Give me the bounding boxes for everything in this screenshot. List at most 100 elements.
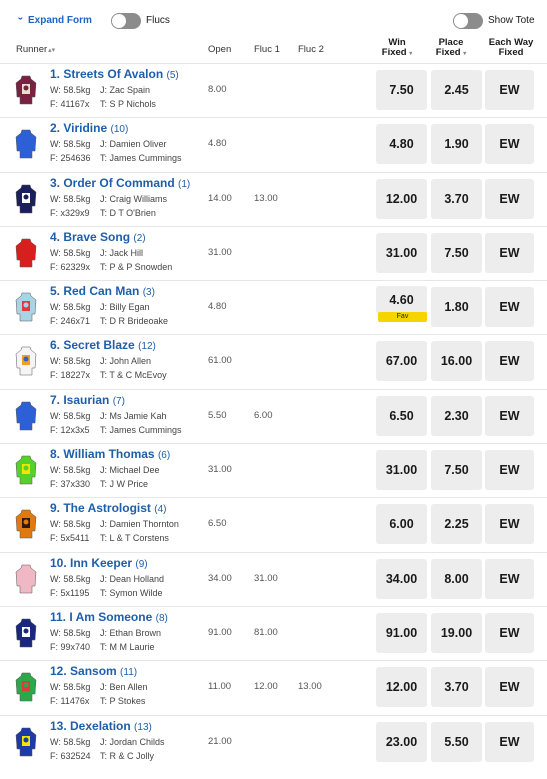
runner-row: 9. The Astrologist (4) W: 58.5kg J: Damien…: [0, 497, 547, 551]
place-fixed-button[interactable]: 2.25: [431, 504, 482, 545]
each-way-button[interactable]: EW: [485, 232, 534, 273]
runner-name-link[interactable]: 4. Brave Song (2): [50, 230, 146, 244]
form-trainer-line: F: 12x3x5 T: James Cummings: [50, 424, 182, 435]
place-fixed-button[interactable]: 19.00: [431, 612, 482, 653]
form: F: 12x3x5: [50, 424, 90, 435]
each-way-button[interactable]: EW: [485, 341, 534, 382]
each-way-button[interactable]: EW: [485, 667, 534, 708]
place-fixed-button[interactable]: 16.00: [431, 341, 482, 382]
open-price: 5.50: [208, 409, 227, 421]
barrier-number: (5): [166, 70, 179, 81]
jockey-silks-icon: [15, 130, 37, 159]
open-price: 4.80: [208, 138, 227, 150]
runner-name-link[interactable]: 8. William Thomas (6): [50, 447, 170, 461]
each-way-button[interactable]: EW: [485, 721, 534, 762]
form-trainer-line: F: 632524 T: R & C Jolly: [50, 750, 154, 761]
barrier-number: (3): [142, 287, 155, 299]
form-trainer-line: F: x329x9 T: D T O'Brien: [50, 208, 156, 218]
runner-name-link[interactable]: 6. Secret Blaze (12): [50, 338, 156, 352]
place-fixed-button[interactable]: 7.50: [431, 450, 482, 491]
place-fixed-button[interactable]: 2.45: [431, 70, 482, 110]
each-way-button[interactable]: EW: [485, 395, 534, 436]
each-way-button[interactable]: EW: [485, 70, 534, 110]
place-fixed-button[interactable]: 3.70: [431, 667, 482, 708]
win-fixed-button[interactable]: 23.00: [376, 721, 427, 762]
win-fixed-column-header[interactable]: Win Fixed ▾: [371, 38, 423, 59]
chevron-double-down-icon: ››: [17, 17, 25, 25]
weight: W: 58.5kg: [50, 519, 91, 530]
each-way-button[interactable]: EW: [485, 612, 534, 653]
each-way-button[interactable]: EW: [485, 450, 534, 491]
runner-name-link[interactable]: 1. Streets Of Avalon (5): [50, 67, 179, 81]
jockey-silks-icon: [15, 347, 37, 376]
win-fixed-button[interactable]: 34.00: [376, 558, 427, 599]
favourite-badge: Fav: [378, 312, 427, 323]
open-price: 91.00: [208, 626, 232, 638]
runner-column-header[interactable]: Runner▴▾: [16, 44, 55, 55]
place-fixed-button[interactable]: 1.80: [431, 287, 482, 328]
form-trainer-line: F: 18227x T: T & C McEvoy: [50, 370, 167, 380]
form-trainer-line: F: 41167x T: S P Nichols: [50, 99, 156, 109]
win-fixed-button[interactable]: 6.50: [376, 395, 427, 436]
flucs-toggle[interactable]: [111, 13, 141, 29]
jockey: J: Michael Dee: [100, 465, 160, 476]
place-fixed-button[interactable]: 5.50: [431, 721, 482, 762]
win-fixed-button[interactable]: 31.00: [376, 450, 427, 491]
open-price: 14.00: [208, 192, 232, 204]
place-fixed-button[interactable]: 2.30: [431, 395, 482, 436]
form: F: 632524: [50, 750, 91, 761]
form: F: 62329x: [50, 261, 91, 272]
trainer: T: T & C McEvoy: [100, 370, 167, 381]
win-fixed-button[interactable]: 7.50: [376, 70, 427, 110]
runner-name-link[interactable]: 9. The Astrologist (4): [50, 501, 166, 515]
win-fixed-button[interactable]: 4.80: [376, 124, 427, 165]
runner-name-link[interactable]: 3. Order Of Command (1): [50, 176, 190, 190]
jockey-silks-icon: [15, 238, 37, 268]
flucs-label: Flucs: [146, 15, 170, 26]
form-trainer-line: F: 62329x T: P & P Snowden: [50, 261, 172, 272]
runner-name-link[interactable]: 12. Sansom (11): [50, 664, 137, 678]
place-fixed-column-header[interactable]: Place Fixed ▾: [425, 38, 477, 59]
win-fixed-button[interactable]: 91.00: [376, 612, 427, 653]
expand-form-button[interactable]: ›› Expand Form: [17, 15, 92, 26]
win-fixed-button[interactable]: 67.00: [376, 341, 427, 382]
win-fixed-button[interactable]: 12.00: [376, 667, 427, 708]
runner-name-link[interactable]: 10. Inn Keeper (9): [50, 556, 148, 570]
win-fixed-button[interactable]: 12.00: [376, 178, 427, 219]
each-way-button[interactable]: EW: [485, 558, 534, 599]
runner-row: 2. Viridine (10) W: 58.5kg J: Damien Olive…: [0, 117, 547, 171]
show-tote-toggle[interactable]: [453, 13, 483, 29]
win-fixed-button[interactable]: 31.00: [376, 232, 427, 273]
jockey-silks-icon: [15, 75, 37, 105]
sort-icon: ▴▾: [48, 47, 56, 54]
place-fixed-button[interactable]: 3.70: [431, 178, 482, 219]
form: F: 11476x: [50, 696, 90, 707]
place-fixed-button[interactable]: 8.00: [431, 558, 482, 599]
runner-name-link[interactable]: 2. Viridine (10): [50, 121, 128, 135]
barrier-number: (4): [154, 504, 167, 516]
sort-caret-icon: ▾: [463, 51, 467, 57]
runner-name-link[interactable]: 11. I Am Someone (8): [50, 610, 168, 624]
runner-row: 6. Secret Blaze (12) W: 58.5kg J: John All…: [0, 334, 547, 388]
jockey-silks-icon: [15, 618, 37, 648]
runner-row: 5. Red Can Man (3) W: 58.5kg J: Billy Egan…: [0, 280, 547, 334]
jockey: J: Jack Hill: [100, 247, 144, 258]
place-fixed-button[interactable]: 1.90: [431, 124, 482, 165]
place-fixed-button[interactable]: 7.50: [431, 232, 482, 273]
runner-name-link[interactable]: 13. Dexelation (13): [50, 719, 152, 733]
runner-name-link[interactable]: 5. Red Can Man (3): [50, 284, 155, 298]
each-way-button[interactable]: EW: [485, 178, 534, 219]
jockey-silks-icon: [15, 673, 37, 702]
runner-row: 11. I Am Someone (8) W: 58.5kg J: Ethan Br…: [0, 605, 547, 660]
weight: W: 58.5kg: [50, 302, 91, 313]
runner-name-link[interactable]: 7. Isaurian (7): [50, 393, 125, 407]
trainer: T: P & P Snowden: [100, 261, 173, 272]
win-fixed-button[interactable]: 6.00: [376, 504, 427, 545]
barrier-number: (11): [120, 667, 138, 679]
jockey: J: Jordan Childs: [100, 736, 165, 747]
each-way-button[interactable]: EW: [485, 124, 534, 165]
each-way-button[interactable]: EW: [485, 287, 534, 328]
each-way-button[interactable]: EW: [485, 504, 534, 545]
jockey: J: Ms Jamie Kah: [100, 410, 167, 421]
win-fixed-button[interactable]: 4.60: [376, 286, 427, 315]
